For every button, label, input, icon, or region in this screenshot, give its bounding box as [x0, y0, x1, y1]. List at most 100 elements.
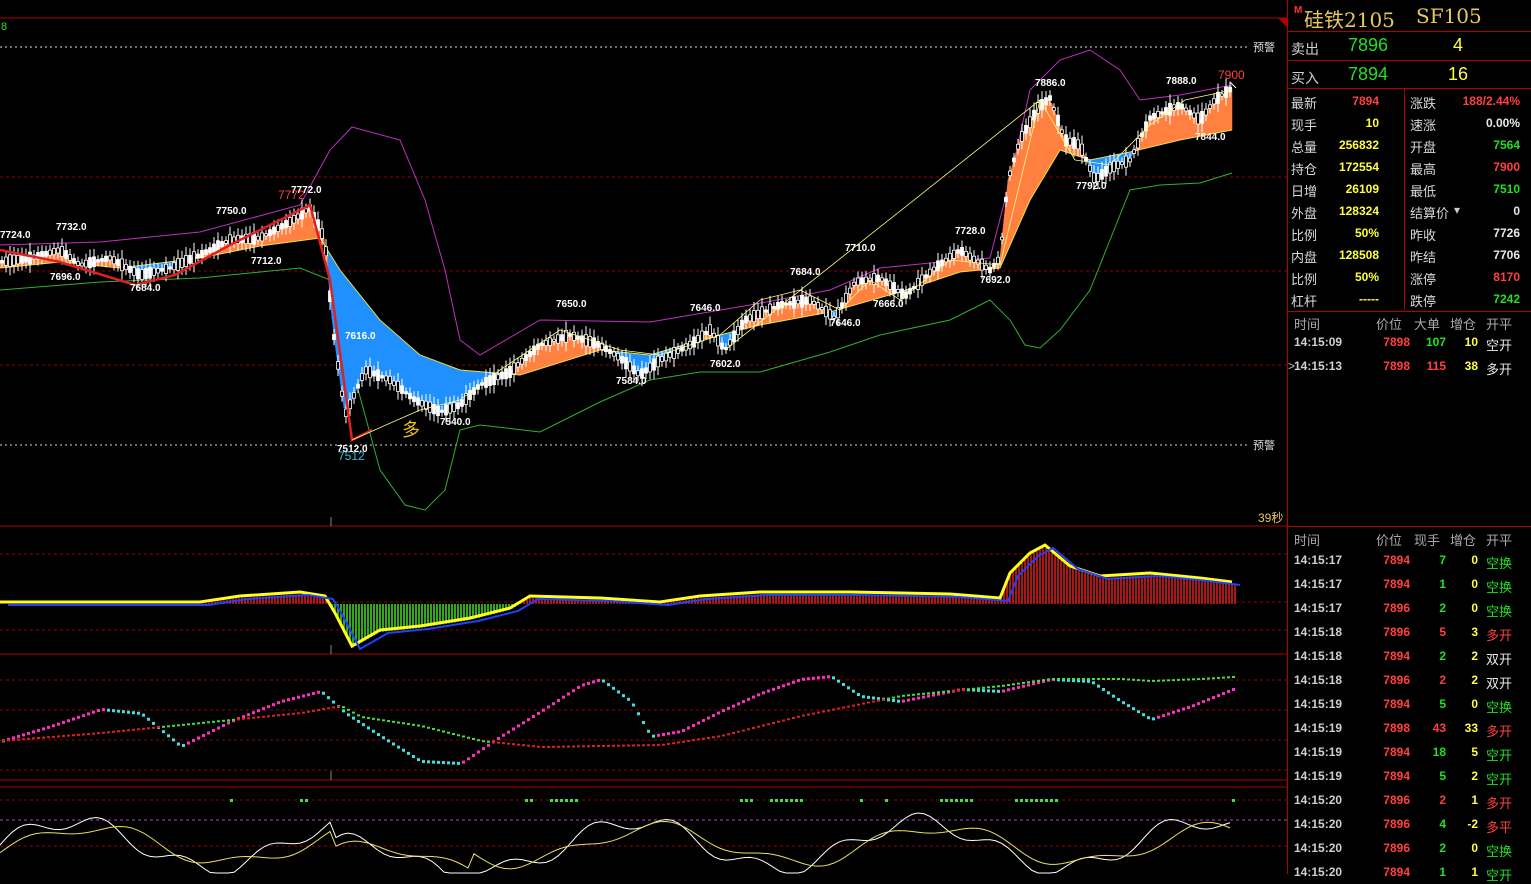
row-qty: 1 — [1439, 577, 1446, 591]
osc-dot — [1112, 694, 1115, 698]
candle-body — [60, 246, 64, 257]
signal-dot — [72, 734, 75, 737]
tick-row[interactable]: 14:15:20 7896 4 -2 多平 — [1288, 812, 1531, 836]
tick-row[interactable]: 14:15:19 7894 5 0 空换 — [1288, 692, 1531, 716]
row-time: 14:15:19 — [1294, 769, 1343, 783]
row-qty: 5 — [1439, 769, 1446, 783]
osc-dot — [57, 722, 60, 726]
osc-dot — [122, 710, 125, 714]
row-chg: 5 — [1471, 745, 1478, 759]
signal-dot — [377, 718, 380, 721]
tick-row[interactable]: 14:15:18 7896 5 3 多开 — [1288, 620, 1531, 644]
signal-dot — [747, 728, 750, 731]
signal-dot — [832, 708, 835, 711]
candle-body — [1060, 129, 1064, 134]
tick-header-oc: 开平 — [1486, 533, 1513, 548]
osc-dot — [42, 727, 45, 731]
kline-chart[interactable]: 7724.07732.07696.07684.07750.07772.07712… — [0, 0, 1287, 874]
osc-dot — [202, 734, 205, 737]
osc-dot — [352, 716, 355, 720]
row-qty: 2 — [1439, 841, 1446, 855]
tick-row[interactable]: 14:15:17 7894 7 0 空换 — [1288, 548, 1531, 572]
candle-body — [644, 367, 648, 374]
candle-body — [1048, 95, 1052, 101]
macd-pane — [0, 543, 1241, 651]
tick-row[interactable]: 14:15:19 7894 5 2 空开 — [1288, 764, 1531, 788]
signal-dot — [947, 690, 950, 693]
tick-row[interactable]: 14:15:18 7894 2 2 双开 — [1288, 644, 1531, 668]
tick-row[interactable]: 14:15:18 7896 2 2 双开 — [1288, 668, 1531, 692]
osc-dot — [1082, 679, 1085, 683]
tick-row[interactable]: 14:15:17 7894 1 0 空换 — [1288, 572, 1531, 596]
candle-body — [652, 358, 656, 371]
signal-dot — [892, 696, 895, 699]
row-qty: 2 — [1439, 793, 1446, 807]
instrument-name[interactable]: 硅铁2105 — [1304, 4, 1395, 33]
signal-mark — [790, 799, 793, 802]
signal-dot — [607, 744, 610, 747]
tick-row[interactable]: 14:15:17 7896 2 0 空换 — [1288, 596, 1531, 620]
countdown-label: 39秒 — [1258, 511, 1283, 525]
row-chg: 1 — [1471, 865, 1478, 879]
signal-dot — [202, 721, 205, 724]
chart-area[interactable]: 7724.0 7732.0 7696.0 7684.0 7750.0 7772.0 7712… — [0, 0, 1287, 874]
candle-body — [384, 375, 388, 382]
price-label: 7732.0 — [56, 222, 87, 233]
candle-body — [0, 260, 4, 264]
tick-row[interactable]: 14:15:19 7894 18 5 空开 — [1288, 740, 1531, 764]
tick-row[interactable]: 14:15:20 7894 1 1 空开 — [1288, 860, 1531, 884]
osc-dot — [587, 681, 590, 685]
signal-dot — [992, 685, 995, 688]
candle-body — [1224, 86, 1228, 98]
osc-dot — [207, 731, 210, 735]
osc-dot — [762, 691, 765, 695]
corner-marker — [1278, 18, 1287, 27]
osc-dot — [992, 689, 995, 693]
signal-dot — [717, 735, 720, 738]
candle-body — [112, 256, 116, 265]
osc-dot — [1192, 704, 1195, 708]
big-order-row[interactable]: 14:15:09 7898 107 10 空开 — [1288, 330, 1531, 354]
signal-mark — [940, 799, 943, 802]
row-chg: 1 — [1471, 793, 1478, 807]
candle-body — [812, 300, 816, 305]
buy-row[interactable]: 买入 7894 16 — [1288, 62, 1531, 90]
signal-dot — [1137, 679, 1140, 682]
osc-dot — [392, 742, 395, 746]
signal-dot — [1027, 681, 1030, 684]
signal-dot — [952, 689, 955, 692]
signal-dot — [1062, 678, 1065, 680]
osc-dot — [37, 728, 40, 732]
signal-mark — [950, 799, 953, 802]
signal-mark — [565, 799, 568, 802]
signal-dot — [182, 723, 185, 726]
tick-row[interactable]: 14:15:20 7896 2 0 空换 — [1288, 836, 1531, 860]
candle-body — [188, 254, 192, 264]
osc-dot — [1212, 696, 1215, 700]
cloud-segment — [379, 319, 385, 378]
signal-dot — [937, 691, 940, 694]
row-chg: -2 — [1467, 817, 1478, 831]
row-type: 多开 — [1486, 362, 1513, 377]
sell-row[interactable]: 卖出 7896 4 — [1288, 33, 1531, 61]
signal-dot — [142, 727, 145, 730]
signal-mark — [775, 799, 778, 802]
candle-body — [740, 319, 744, 330]
stat-label: 跌停 — [1410, 294, 1437, 309]
osc-dot — [127, 710, 130, 714]
osc-dot — [802, 677, 805, 681]
osc-dot — [1022, 684, 1025, 688]
big-order-row[interactable]: >14:15:13 7898 115 38 多开 — [1288, 354, 1531, 378]
stat-value: 0.00% — [1485, 116, 1520, 130]
instrument-code[interactable]: SF105 — [1416, 4, 1482, 28]
signal-dot — [562, 745, 565, 748]
tick-row[interactable]: 14:15:20 7896 2 1 多开 — [1288, 788, 1531, 812]
signal-dot — [57, 735, 60, 738]
osc-dot — [772, 687, 775, 691]
price-label: 7724.0 — [0, 230, 31, 241]
candle-body — [700, 330, 704, 342]
row-chg: 2 — [1471, 649, 1478, 663]
candle-body — [100, 258, 104, 262]
candle-body — [372, 370, 376, 377]
tick-row[interactable]: 14:15:19 7898 43 33 多开 — [1288, 716, 1531, 740]
